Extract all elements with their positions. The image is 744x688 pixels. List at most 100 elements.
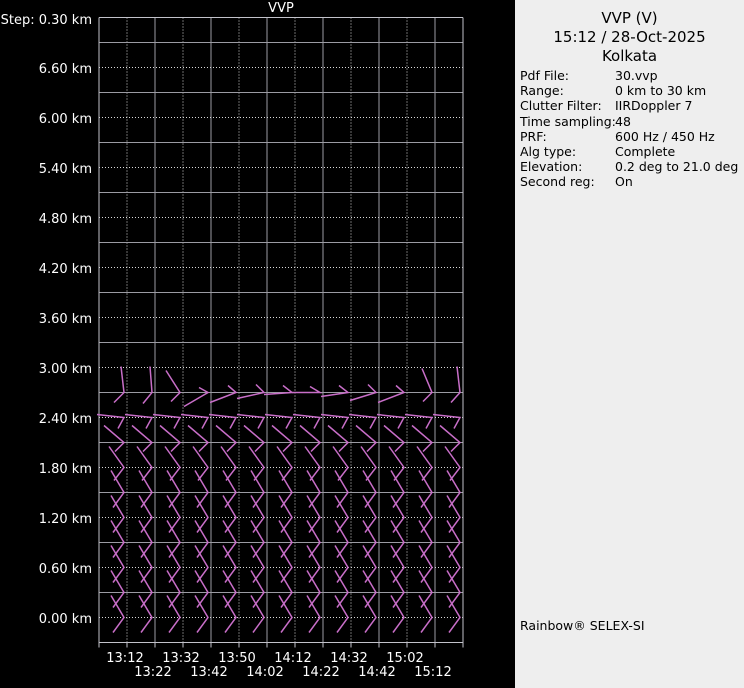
wind-barb <box>188 426 208 452</box>
wind-barb <box>184 388 208 407</box>
info-row: Time sampling:48 <box>520 114 744 129</box>
info-label: Pdf File: <box>520 68 569 83</box>
info-label: Second reg: <box>520 174 595 189</box>
info-value: 600 Hz / 450 Hz <box>615 129 715 144</box>
chart-title: VVP <box>99 1 463 16</box>
info-row: PRF: 600 Hz / 450 Hz <box>520 129 744 144</box>
x-axis-label: 15:02 <box>381 651 429 666</box>
info-list: Pdf File: 30.vvpRange:0 km to 30 kmClutte… <box>520 68 744 190</box>
info-row: Range:0 km to 30 km <box>520 83 744 98</box>
wind-barb <box>143 367 152 404</box>
wind-barb <box>97 415 124 429</box>
x-axis-label: 13:12 <box>101 651 149 666</box>
x-axis-label: 14:42 <box>353 665 401 680</box>
wind-barb <box>300 426 320 452</box>
info-row: Alg type:Complete <box>520 144 744 159</box>
y-axis-label: 1.80 km <box>0 463 92 477</box>
y-axis-label: 3.60 km <box>0 313 92 327</box>
y-axis-label: 6.60 km <box>0 63 92 77</box>
y-axis-label: 6.00 km <box>0 113 92 127</box>
x-axis-label: 14:22 <box>297 665 345 680</box>
wind-barb <box>249 447 264 481</box>
info-value: 0 km to 30 km <box>615 83 706 98</box>
chart-border <box>99 18 463 648</box>
wind-barb <box>181 415 208 429</box>
wind-barb <box>210 386 236 403</box>
wind-barb <box>160 426 180 452</box>
wind-barb <box>328 426 348 452</box>
wind-barb <box>109 447 124 481</box>
panel-site: Kolkata <box>515 47 744 65</box>
panel-datetime: 15:12 / 28-Oct-2025 <box>515 28 744 46</box>
wind-barb <box>209 415 236 429</box>
wind-barb <box>321 386 348 397</box>
panel-title: VVP (V) <box>515 9 744 27</box>
x-axis-label: 15:12 <box>409 665 457 680</box>
info-label: PRF: <box>520 129 547 144</box>
vvp-chart <box>0 0 515 688</box>
wind-barb <box>445 447 460 481</box>
info-value: IIRDoppler 7 <box>615 98 692 113</box>
y-axis-label: 0.00 km <box>0 613 92 627</box>
wind-barb <box>153 415 180 429</box>
wind-barb <box>422 369 432 402</box>
wind-barb <box>389 447 404 481</box>
wind-barb <box>137 447 152 481</box>
info-value: 48 <box>615 114 631 129</box>
y-axis-label: 4.20 km <box>0 263 92 277</box>
wind-barb <box>384 426 404 452</box>
vvp-window: VVP Step: 0.30 km 6.60 km 6.00 km 5.40 km 4… <box>0 0 744 688</box>
wind-barb <box>361 447 376 481</box>
step-label: Step: 0.30 km <box>0 13 92 28</box>
x-axis-label: 14:12 <box>269 651 317 666</box>
wind-barb <box>165 447 180 481</box>
wind-barb <box>417 447 432 481</box>
info-value: On <box>615 174 633 189</box>
wind-barb <box>132 426 152 452</box>
info-value: 0.2 deg to 21.0 deg <box>615 159 738 174</box>
info-panel: VVP (V) 15:12 / 28-Oct-2025 Kolkata Pdf … <box>515 0 744 688</box>
wind-barb <box>216 426 236 452</box>
info-label: Elevation: <box>520 159 582 174</box>
wind-barb <box>244 426 264 452</box>
info-row: Elevation: 0.2 deg to 21.0 deg <box>520 159 744 174</box>
wind-barb <box>321 415 348 429</box>
info-label: Clutter Filter: <box>520 98 602 113</box>
info-label: Time sampling: <box>520 114 616 129</box>
wind-barb <box>277 447 292 481</box>
wind-barb <box>114 367 124 403</box>
wind-barb <box>221 447 236 481</box>
y-axis-label: 0.60 km <box>0 563 92 577</box>
info-value: 30.vvp <box>615 68 658 83</box>
x-axis-label: 13:50 <box>213 651 261 666</box>
info-row: Pdf File: 30.vvp <box>520 68 744 83</box>
y-axis-label: 3.00 km <box>0 363 92 377</box>
wind-barb <box>377 415 404 429</box>
wind-barb <box>292 387 320 393</box>
info-label: Alg type: <box>520 144 576 159</box>
wind-barb <box>237 415 264 429</box>
brand-footer: Rainbow® SELEX-SI <box>520 618 645 633</box>
x-axis-label: 13:32 <box>157 651 205 666</box>
wind-barb <box>293 415 320 429</box>
wind-barb <box>405 415 432 429</box>
info-row: Second reg: On <box>520 174 744 189</box>
wind-barb <box>440 426 460 452</box>
x-axis-label: 13:22 <box>129 665 177 680</box>
wind-barb <box>237 385 264 399</box>
info-row: Clutter Filter: IIRDoppler 7 <box>520 98 744 113</box>
wind-barb <box>305 447 320 481</box>
wind-barb <box>451 367 460 403</box>
y-axis-label: 5.40 km <box>0 163 92 177</box>
y-axis-label: 4.80 km <box>0 213 92 227</box>
x-axis-label: 14:32 <box>325 651 373 666</box>
wind-barb <box>412 426 432 452</box>
wind-barb <box>166 371 180 402</box>
y-axis-label: 1.20 km <box>0 513 92 527</box>
wind-barb <box>349 415 376 429</box>
wind-barb <box>264 386 292 395</box>
wind-barb <box>272 426 292 452</box>
wind-barb <box>356 426 376 452</box>
x-axis-label: 14:02 <box>241 665 289 680</box>
wind-barb <box>433 415 460 429</box>
